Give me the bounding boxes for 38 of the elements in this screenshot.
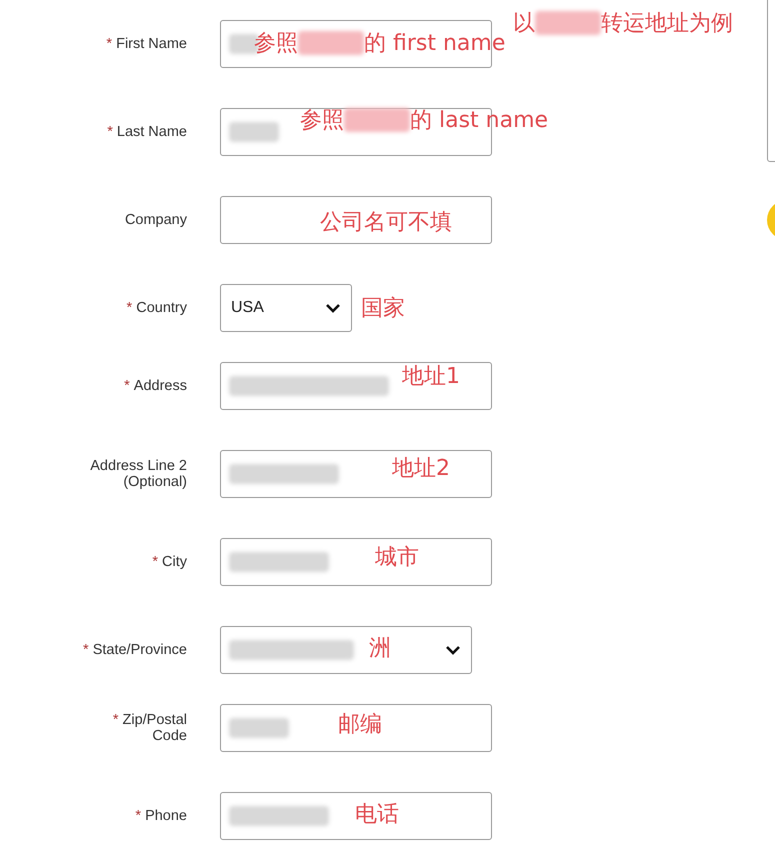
field-label: Company <box>124 212 187 228</box>
field-label: * First Name <box>106 36 187 52</box>
input-field[interactable] <box>220 450 492 498</box>
input-field[interactable] <box>220 792 492 840</box>
annotation-text: 城市 <box>375 544 419 572</box>
annotation-text: 参照 <box>300 107 344 135</box>
dropdown-value: USA <box>230 299 264 317</box>
annotation-text: 公司名可不填 <box>320 209 452 237</box>
input-field[interactable] <box>220 196 492 244</box>
field-label: * State/Province <box>83 642 187 658</box>
redacted-text <box>535 11 601 35</box>
input-field[interactable] <box>220 704 492 752</box>
redacted-value <box>229 122 279 142</box>
dropdown[interactable]: USA <box>220 284 352 332</box>
annotation-text: 国家 <box>361 295 405 323</box>
annotation-text: 电话 <box>355 801 399 829</box>
annotation-text: 参照 <box>254 30 298 58</box>
dropdown[interactable] <box>220 626 472 674</box>
field-label: * Last Name <box>107 124 187 140</box>
field-label: * Country <box>126 300 187 316</box>
chevron-down-icon <box>445 645 461 655</box>
field-label: * City <box>152 554 187 570</box>
input-field[interactable] <box>220 362 492 410</box>
annotation-text: 邮编 <box>338 711 382 739</box>
input-field[interactable] <box>220 538 492 586</box>
annotation-text: 地址1 <box>402 363 460 391</box>
annotation-text: 以 <box>513 10 535 38</box>
redacted-text <box>298 31 364 55</box>
field-label: Address Line 2 (Optional) <box>89 458 187 490</box>
annotation-text: 地址2 <box>392 455 450 483</box>
redacted-value <box>229 718 289 738</box>
chevron-down-icon <box>325 303 341 313</box>
field-label: * Phone <box>135 808 187 824</box>
annotation-text: 转运地址为例 <box>601 10 733 38</box>
redacted-text <box>344 108 410 132</box>
annotation-text: 洲 <box>369 635 391 663</box>
field-label: * Address <box>124 378 187 394</box>
field-label: * Zip/Postal Code <box>112 712 187 744</box>
